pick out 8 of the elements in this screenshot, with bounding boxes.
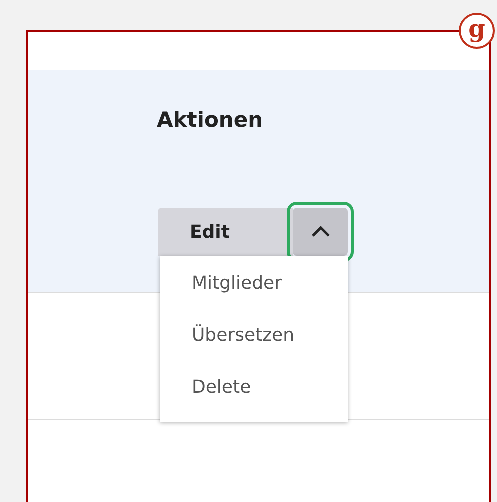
menu-item[interactable]: Mitglieder (160, 260, 348, 312)
menu-item[interactable]: Delete (160, 364, 348, 416)
annotation-badge: g (459, 13, 495, 49)
dropdown-toggle[interactable] (293, 208, 348, 256)
edit-button[interactable]: Edit (158, 208, 293, 256)
column-header: Aktionen (157, 108, 264, 132)
menu-item[interactable]: Übersetzen (160, 312, 348, 364)
caret-icon (310, 226, 330, 238)
